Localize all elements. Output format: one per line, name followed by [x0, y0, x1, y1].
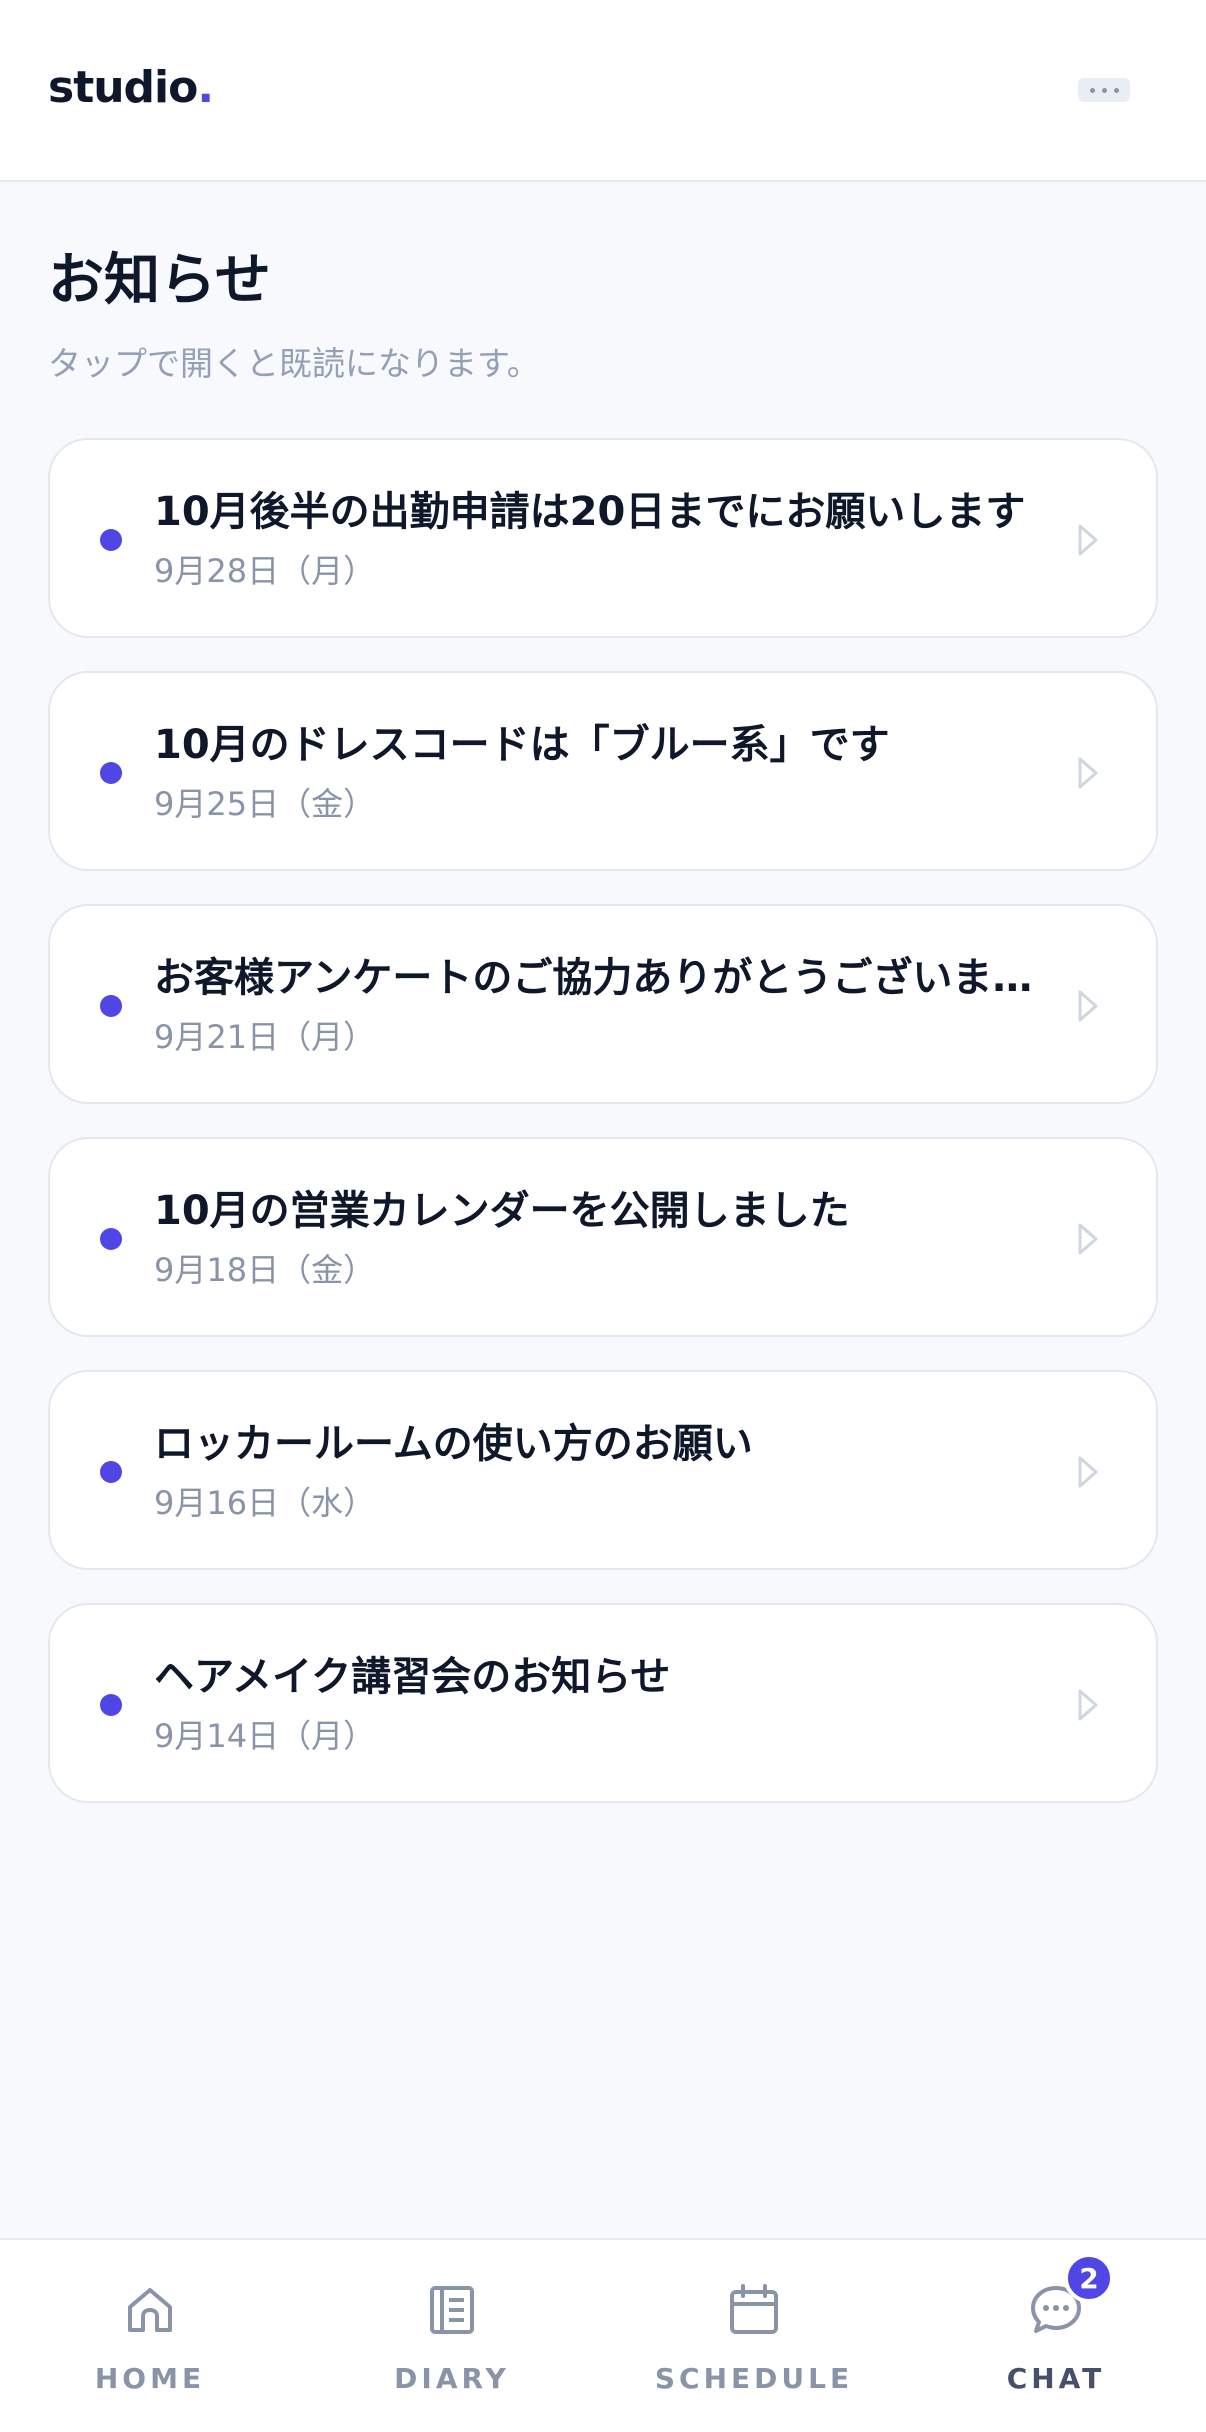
page-subtitle: タップで開くと既読になります。	[48, 344, 540, 383]
nav-item-diary[interactable]: DIARY	[302, 2240, 602, 2432]
more-options-button[interactable]	[1078, 78, 1130, 102]
more-horizontal-icon	[1089, 87, 1095, 93]
notice-card[interactable]: ヘアメイク講習会のお知らせ 9月14日（月）	[48, 1603, 1158, 1803]
notice-title: 10月後半の出勤申請は20日までにお願いします	[154, 489, 1026, 535]
notice-date: 9月21日（月）	[154, 1018, 376, 1056]
chat-unread-badge: 2	[1064, 2253, 1114, 2303]
notice-card[interactable]: 10月の営業カレンダーを公開しました 9月18日（金）	[48, 1137, 1158, 1337]
unread-dot-icon	[100, 995, 122, 1017]
home-icon	[128, 2288, 172, 2332]
notice-date: 9月14日（月）	[154, 1717, 376, 1755]
notice-card[interactable]: お客様アンケートのご協力ありがとうございま… 9月21日（月）	[48, 904, 1158, 1104]
unread-dot-icon	[100, 762, 122, 784]
chevron-right-icon	[1078, 524, 1098, 556]
chevron-right-icon	[1078, 1223, 1098, 1255]
notice-card[interactable]: 10月後半の出勤申請は20日までにお願いします 9月28日（月）	[48, 438, 1158, 638]
nav-label-diary: DIARY	[394, 2362, 510, 2395]
unread-dot-icon	[100, 529, 122, 551]
notice-date: 9月16日（水）	[154, 1484, 376, 1522]
notices-screen: studio. お知らせ タップで開くと既読になります。 10月後半の出勤申請は…	[0, 0, 1206, 2432]
notice-date: 9月25日（金）	[154, 785, 376, 823]
logo-text: studio	[48, 62, 198, 113]
chevron-right-icon	[1078, 757, 1098, 789]
notice-title: お客様アンケートのご協力ありがとうございま…	[154, 955, 1033, 1001]
notice-date: 9月28日（月）	[154, 552, 376, 590]
chevron-right-icon	[1078, 1456, 1098, 1488]
chevron-right-icon	[1078, 1689, 1098, 1721]
notice-title: ヘアメイク講習会のお知らせ	[154, 1654, 671, 1700]
notice-card[interactable]: 10月のドレスコードは「ブルー系」です 9月25日（金）	[48, 671, 1158, 871]
notice-title: 10月の営業カレンダーを公開しました	[154, 1188, 850, 1234]
logo-dot: .	[197, 62, 214, 113]
chevron-right-icon	[1078, 990, 1098, 1022]
notice-card[interactable]: ロッカールームの使い方のお願い 9月16日（水）	[48, 1370, 1158, 1570]
app-logo[interactable]: studio.	[48, 62, 214, 113]
page-title: お知らせ	[48, 248, 271, 313]
nav-item-schedule[interactable]: SCHEDULE	[604, 2240, 904, 2432]
unread-dot-icon	[100, 1228, 122, 1250]
more-horizontal-icon-dot	[1101, 87, 1107, 93]
notice-title: 10月のドレスコードは「ブルー系」です	[154, 722, 890, 768]
nav-item-home[interactable]: HOME	[0, 2240, 300, 2432]
notice-title: ロッカールームの使い方のお願い	[154, 1421, 753, 1467]
unread-dot-icon	[100, 1694, 122, 1716]
nav-label-schedule: SCHEDULE	[654, 2362, 854, 2395]
unread-dot-icon	[100, 1461, 122, 1483]
bottom-nav: HOME DIARY SCHEDULE CHAT	[0, 2238, 1206, 2432]
nav-label-chat: CHAT	[1006, 2362, 1106, 2395]
notebook-icon	[430, 2286, 474, 2334]
nav-label-home: HOME	[94, 2362, 206, 2395]
notice-date: 9月18日（金）	[154, 1251, 376, 1289]
more-horizontal-icon-dot	[1113, 87, 1119, 93]
nav-item-chat[interactable]: CHAT	[906, 2240, 1206, 2432]
calendar-icon	[730, 2284, 778, 2334]
notice-list: 10月後半の出勤申請は20日までにお願いします 9月28日（月） 10月のドレス…	[48, 438, 1158, 1836]
app-header: studio.	[0, 0, 1206, 182]
